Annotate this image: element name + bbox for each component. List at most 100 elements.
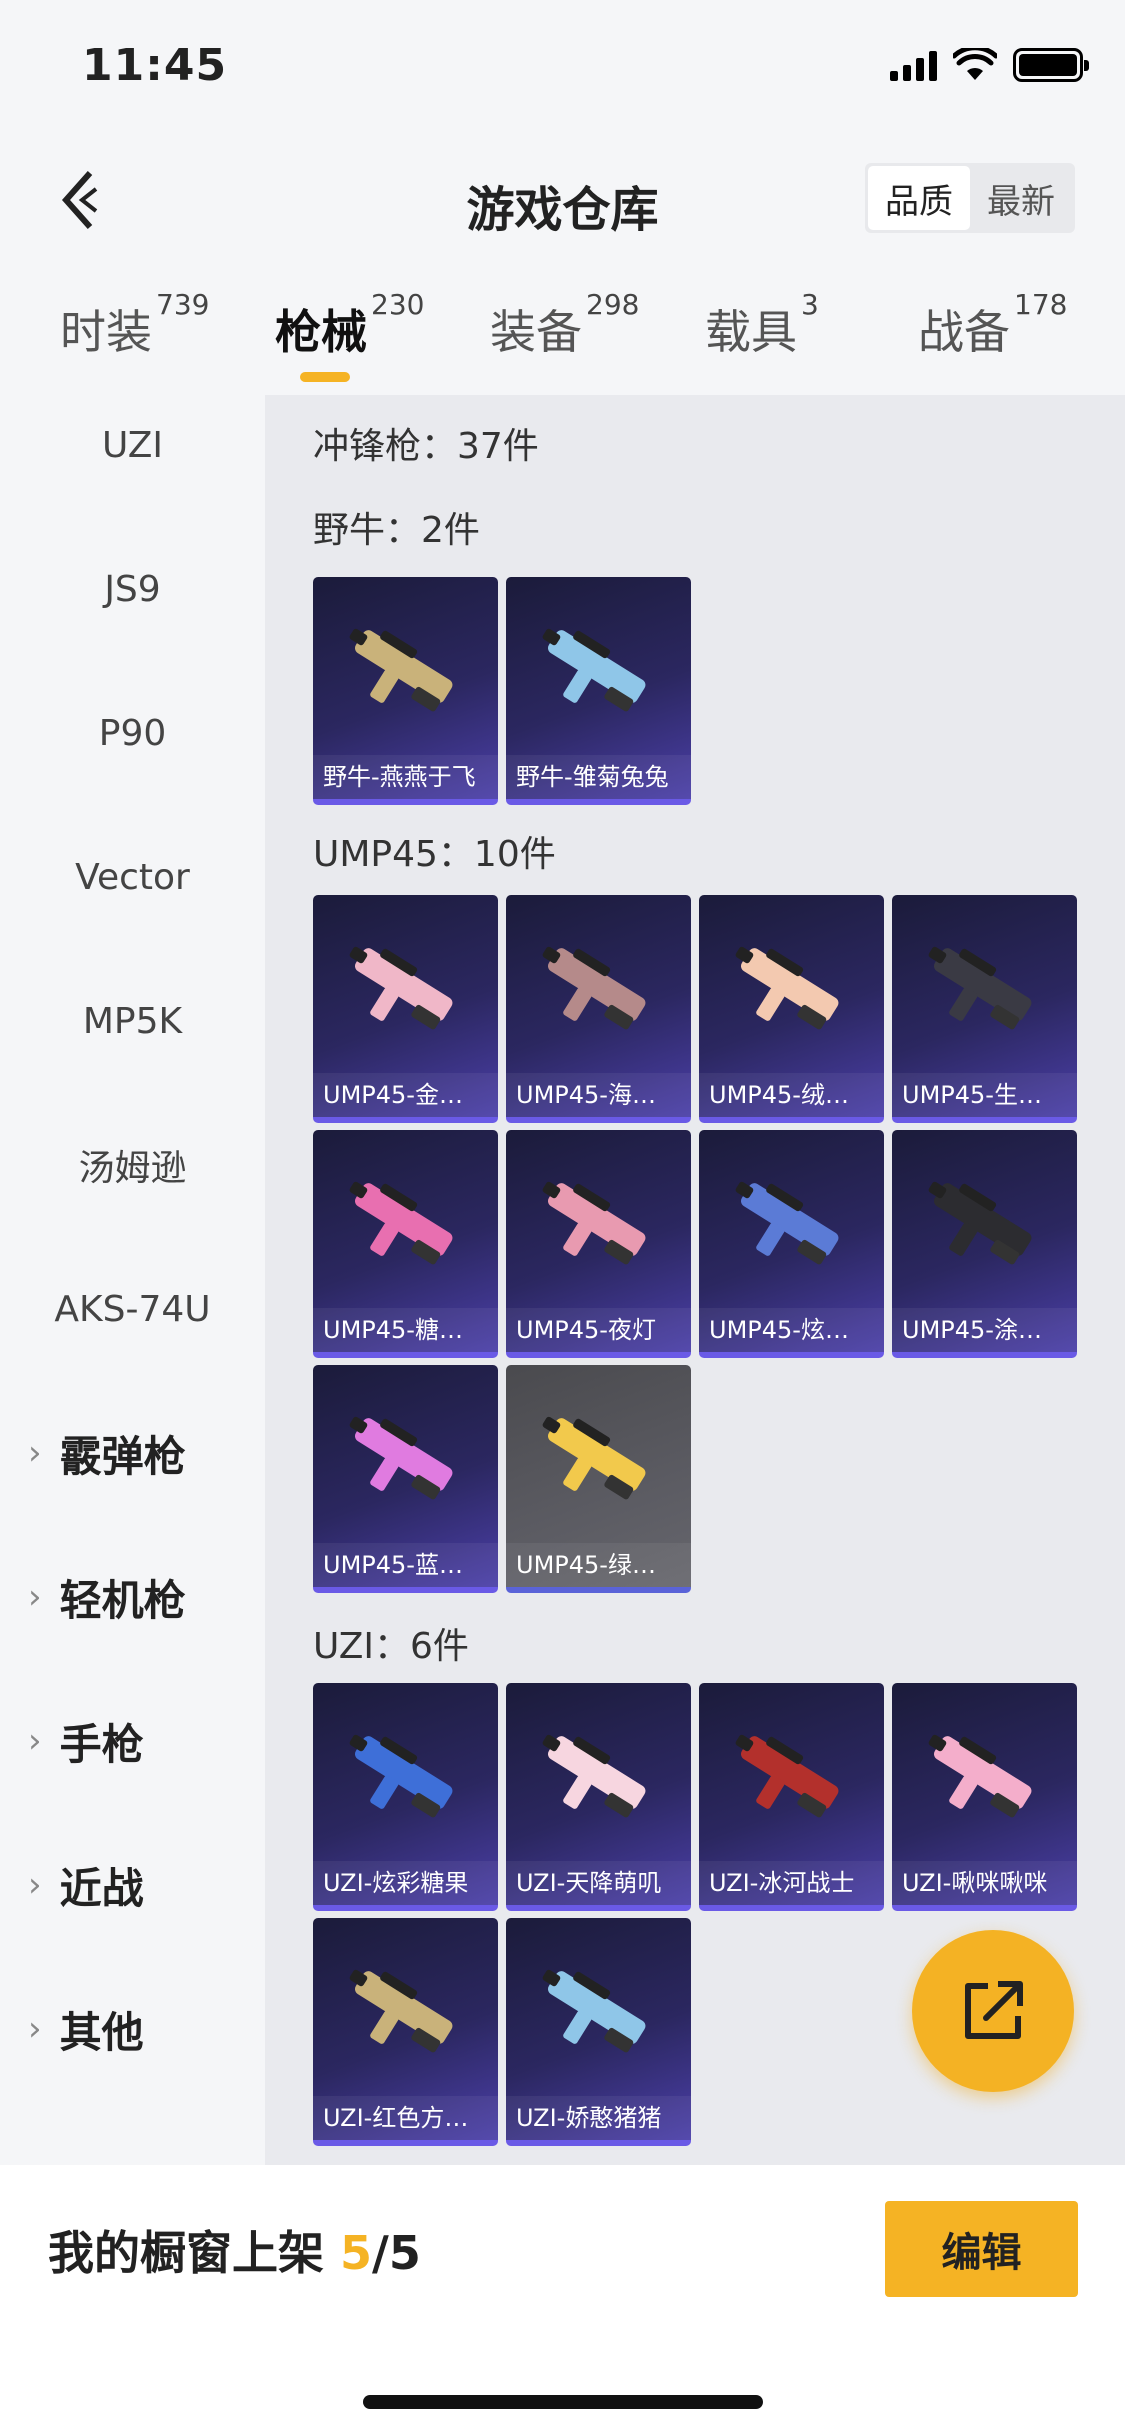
tab-count: 230	[371, 288, 425, 321]
category-title: 冲锋枪：37件	[313, 426, 539, 467]
sidebar-item-vector[interactable]: Vector	[0, 827, 265, 927]
sidebar-item-p90[interactable]: P90	[0, 683, 265, 783]
weapon-card[interactable]: UZI-天降萌叽	[506, 1683, 691, 1911]
weapon-name: UZI-啾咪啾咪	[892, 1861, 1077, 1905]
tab-label: 枪械	[275, 305, 367, 359]
weapon-card[interactable]: UMP45-夜灯	[506, 1130, 691, 1358]
sidebar-group-other[interactable]: › 其他	[0, 1979, 265, 2079]
tab-equipment[interactable]: 装备298	[490, 288, 639, 362]
status-time: 11:45	[82, 40, 228, 91]
chevron-right-icon: ›	[28, 2009, 42, 2049]
weapon-name: UMP45-绿…	[506, 1543, 691, 1587]
chevron-right-icon: ›	[28, 1721, 42, 1761]
sort-by-quality-button[interactable]: 品质	[868, 166, 970, 230]
weapon-skin-image	[542, 1416, 646, 1500]
tab-firearms[interactable]: 枪械230	[275, 288, 424, 362]
sidebar-group-label: 手枪	[59, 1719, 144, 1769]
weapon-card[interactable]: UMP45-涂…	[892, 1130, 1077, 1358]
tab-count: 178	[1014, 288, 1068, 321]
tab-count: 3	[801, 288, 819, 321]
weapon-name: UMP45-生…	[892, 1073, 1077, 1117]
weapon-skin-image	[349, 1734, 453, 1818]
weapon-name: UZI-红色方…	[313, 2096, 498, 2140]
sidebar-group-pistol[interactable]: › 手枪	[0, 1691, 265, 1791]
weapon-card[interactable]: UZI-娇憨猪猪	[506, 1918, 691, 2146]
weapon-skin-image	[735, 1181, 839, 1265]
tab-label: 战备	[918, 305, 1010, 359]
weapon-name: UMP45-海…	[506, 1073, 691, 1117]
weapon-skin-image	[349, 1416, 453, 1500]
weapon-skin-image	[928, 1734, 1032, 1818]
weapon-skin-image	[349, 628, 453, 712]
weapon-name: UMP45-炫…	[699, 1308, 884, 1352]
cellular-signal-icon	[890, 49, 937, 81]
tab-fashion[interactable]: 时装739	[60, 288, 209, 362]
sidebar-item-thompson[interactable]: 汤姆逊	[0, 1115, 265, 1215]
weapon-skin-image	[349, 946, 453, 1030]
sidebar-group-shotgun[interactable]: › 霰弹枪	[0, 1403, 265, 1503]
tab-supplies[interactable]: 战备178	[918, 288, 1067, 362]
home-indicator	[363, 2395, 763, 2409]
nav-header: 游戏仓库 品质 最新	[0, 140, 1125, 260]
weapon-card[interactable]: UMP45-炫…	[699, 1130, 884, 1358]
weapon-card[interactable]: UZI-冰河战士	[699, 1683, 884, 1911]
weapon-card[interactable]: 野牛-燕燕于飞	[313, 577, 498, 805]
weapon-skin-image	[349, 1181, 453, 1265]
active-tab-indicator	[300, 372, 350, 382]
weapon-card[interactable]: UZI-啾咪啾咪	[892, 1683, 1077, 1911]
weapon-skin-image	[735, 1734, 839, 1818]
showcase-count: 5	[340, 2226, 373, 2280]
tab-label: 装备	[490, 305, 582, 359]
weapon-list: 冲锋枪：37件 野牛：2件 野牛-燕燕于飞 野牛-雏菊兔兔 UMP45：10件 …	[265, 395, 1125, 2165]
status-bar: 11:45	[0, 0, 1125, 140]
chevron-right-icon: ›	[28, 1577, 42, 1617]
tab-vehicles[interactable]: 载具3	[705, 288, 819, 362]
weapon-card[interactable]: UMP45-金…	[313, 895, 498, 1123]
weapon-skin-image	[542, 1969, 646, 2053]
weapon-name: UZI-冰河战士	[699, 1861, 884, 1905]
sort-by-newest-button[interactable]: 最新	[970, 166, 1072, 230]
sidebar-item-js9[interactable]: JS9	[0, 539, 265, 639]
weapon-card[interactable]: UZI-炫彩糖果	[313, 1683, 498, 1911]
share-button[interactable]	[912, 1930, 1074, 2092]
chevron-right-icon: ›	[28, 1865, 42, 1905]
weapon-card[interactable]: 野牛-雏菊兔兔	[506, 577, 691, 805]
tab-count: 298	[586, 288, 640, 321]
weapon-name: UZI-炫彩糖果	[313, 1861, 498, 1905]
weapon-skin-image	[928, 946, 1032, 1030]
showcase-total: /5	[372, 2226, 421, 2280]
edit-button[interactable]: 编辑	[885, 2201, 1078, 2297]
weapon-skin-image	[542, 628, 646, 712]
chevron-right-icon: ›	[28, 1433, 42, 1473]
weapon-card[interactable]: UMP45-绿…	[506, 1365, 691, 1593]
sidebar-group-lmg[interactable]: › 轻机枪	[0, 1547, 265, 1647]
showcase-status: 我的橱窗上架 5/5	[48, 2217, 421, 2283]
section-title: UZI：6件	[313, 1626, 469, 1667]
tab-count: 739	[156, 288, 210, 321]
weapon-type-sidebar: UZI JS9 P90 Vector MP5K 汤姆逊 AKS-74U › 霰弹枪…	[0, 395, 265, 2165]
sort-toggle: 品质 最新	[865, 163, 1075, 233]
sidebar-group-melee[interactable]: › 近战	[0, 1835, 265, 1935]
sidebar-item-aks74u[interactable]: AKS-74U	[0, 1259, 265, 1359]
weapon-card[interactable]: UMP45-海…	[506, 895, 691, 1123]
sidebar-group-label: 轻机枪	[59, 1575, 186, 1625]
weapon-name: UMP45-绒…	[699, 1073, 884, 1117]
weapon-card[interactable]: UMP45-绒…	[699, 895, 884, 1123]
battery-icon	[1013, 48, 1089, 82]
status-icons	[890, 48, 1089, 82]
sidebar-item-mp5k[interactable]: MP5K	[0, 971, 265, 1071]
weapon-name: UMP45-糖…	[313, 1308, 498, 1352]
tab-label: 载具	[705, 305, 797, 359]
weapon-card[interactable]: UMP45-糖…	[313, 1130, 498, 1358]
weapon-skin-image	[542, 946, 646, 1030]
weapon-skin-image	[542, 1734, 646, 1818]
section-title: 野牛：2件	[313, 510, 480, 551]
weapon-card[interactable]: UMP45-蓝…	[313, 1365, 498, 1593]
tab-label: 时装	[60, 305, 152, 359]
weapon-name: 野牛-燕燕于飞	[313, 755, 498, 799]
weapon-card[interactable]: UMP45-生…	[892, 895, 1077, 1123]
weapon-name: UMP45-夜灯	[506, 1308, 691, 1352]
weapon-card[interactable]: UZI-红色方…	[313, 1918, 498, 2146]
sidebar-item-uzi[interactable]: UZI	[0, 395, 265, 495]
sidebar-group-label: 其他	[59, 2007, 144, 2057]
